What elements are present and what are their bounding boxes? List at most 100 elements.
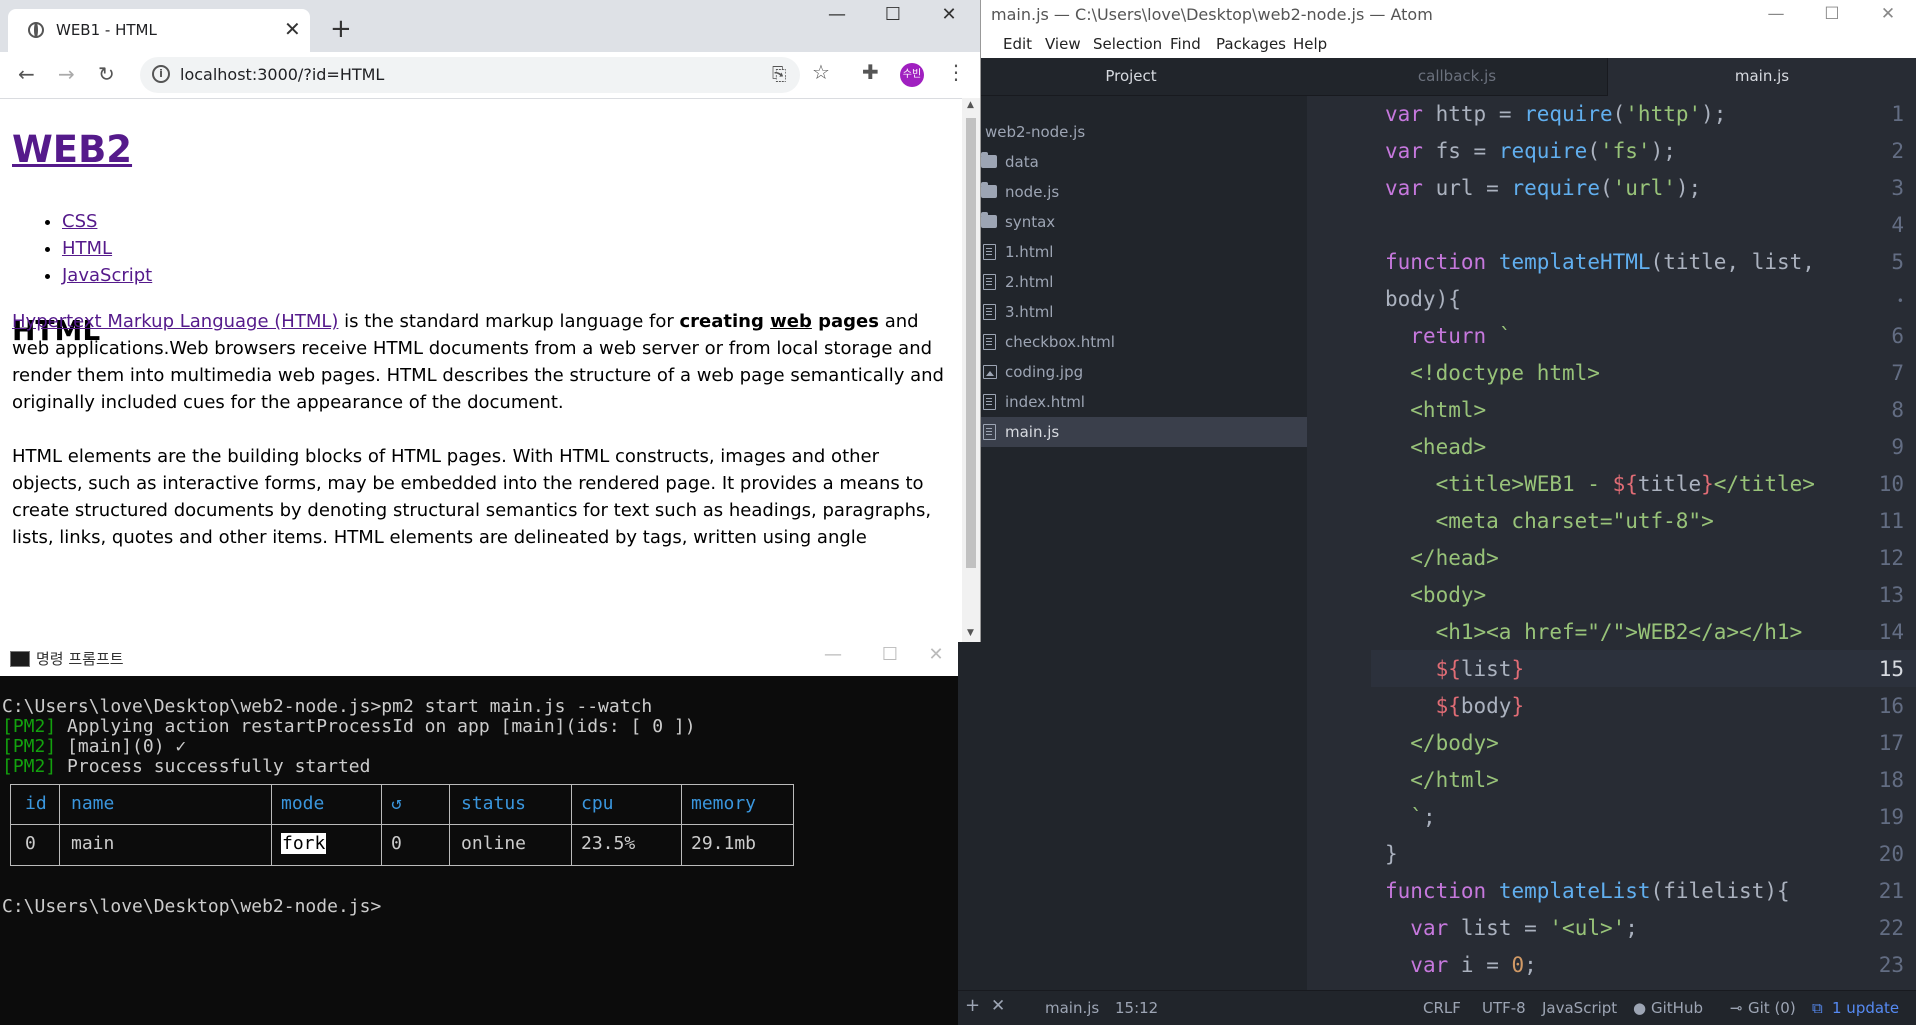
cmd-close-icon[interactable]: ✕ xyxy=(908,644,958,665)
tree-item[interactable]: coding.jpg xyxy=(955,357,1307,387)
tab-callback-js[interactable]: callback.js xyxy=(1307,58,1608,95)
line-number: 15 xyxy=(1878,657,1904,681)
code-line[interactable]: body){ xyxy=(1385,287,1461,311)
code-line[interactable]: </body> xyxy=(1385,731,1499,755)
maximize-icon[interactable]: ☐ xyxy=(1804,0,1860,30)
tree-item[interactable]: main.js xyxy=(955,417,1307,447)
tree-item[interactable]: 3.html xyxy=(955,297,1307,327)
scrollbar-thumb[interactable] xyxy=(966,118,976,568)
css-link[interactable]: CSS xyxy=(62,211,97,232)
new-tab-icon[interactable]: + xyxy=(330,14,352,44)
bookmark-star-icon[interactable]: ☆ xyxy=(812,60,830,84)
page-scrollbar[interactable]: ▲ ▼ xyxy=(962,98,980,642)
address-bar[interactable]: i localhost:3000/?id=HTML ⎘ xyxy=(140,57,800,93)
code-line[interactable]: ${body} xyxy=(1385,694,1525,718)
status-encoding[interactable]: UTF-8 xyxy=(1482,999,1526,1017)
code-line[interactable]: <h1><a href="/">WEB2</a></h1> xyxy=(1385,620,1803,644)
back-arrow-icon[interactable]: ← xyxy=(18,62,35,86)
profile-avatar[interactable]: 수빈 xyxy=(900,63,924,87)
code-line[interactable]: return ` xyxy=(1385,324,1511,348)
code-line[interactable]: <body> xyxy=(1385,583,1486,607)
menu-find[interactable]: Find xyxy=(1170,35,1201,53)
tree-item[interactable]: 2.html xyxy=(955,267,1307,297)
status-grammar[interactable]: JavaScript xyxy=(1542,999,1617,1017)
scroll-up-icon[interactable]: ▲ xyxy=(967,100,974,110)
close-icon[interactable]: ✕ xyxy=(1860,0,1916,30)
menu-packages[interactable]: Packages xyxy=(1216,35,1286,53)
line-number: 1 xyxy=(1891,102,1904,126)
tree-item[interactable]: web2-node.js xyxy=(955,117,1307,147)
menu-selection[interactable]: Selection xyxy=(1093,35,1162,53)
chrome-maximize-icon[interactable]: ☐ xyxy=(865,4,921,25)
html-link[interactable]: HTML xyxy=(62,238,112,259)
code-line[interactable]: `; xyxy=(1385,805,1435,829)
cmd-minimize-icon[interactable]: — xyxy=(805,644,861,665)
forward-arrow-icon[interactable]: → xyxy=(58,62,75,86)
menu-edit[interactable]: Edit xyxy=(1003,35,1032,53)
translate-icon[interactable]: ⎘ xyxy=(772,64,786,85)
line-number: 21 xyxy=(1878,879,1904,903)
menu-help[interactable]: Help xyxy=(1293,35,1327,53)
code-line[interactable]: } xyxy=(1385,842,1398,866)
status-cursor[interactable]: 15:12 xyxy=(1115,999,1158,1017)
menu-view[interactable]: View xyxy=(1045,35,1081,53)
extensions-puzzle-icon[interactable]: ✚ xyxy=(862,60,879,84)
javascript-link[interactable]: JavaScript xyxy=(62,265,152,286)
code-line[interactable]: </head> xyxy=(1385,546,1499,570)
line-number: 5 xyxy=(1891,250,1904,274)
col-restarts: ↺ xyxy=(391,793,402,814)
code-line[interactable]: <head> xyxy=(1385,435,1486,459)
code-line[interactable]: var fs = require('fs'); xyxy=(1385,139,1676,163)
site-info-icon[interactable]: i xyxy=(152,65,170,83)
tree-item-label: main.js xyxy=(1005,423,1060,441)
code-line[interactable]: function templateList(filelist){ xyxy=(1385,879,1790,903)
tree-item[interactable]: index.html xyxy=(955,387,1307,417)
reload-icon[interactable]: ↻ xyxy=(98,62,115,86)
code-line[interactable]: var i = 0; xyxy=(1385,953,1537,977)
globe-icon xyxy=(28,22,44,38)
tree-item[interactable]: ›data xyxy=(955,147,1307,177)
code-line[interactable]: <!doctype html> xyxy=(1385,361,1600,385)
project-tree-header[interactable]: Project xyxy=(955,58,1307,96)
code-line[interactable]: function templateHTML(title, list, xyxy=(1385,250,1815,274)
chrome-menu-icon[interactable]: ⋮ xyxy=(946,60,966,84)
atom-status-bar: + ✕ main.js 15:12 CRLF UTF-8 JavaScript … xyxy=(955,990,1916,1025)
tree-item[interactable]: checkbox.html xyxy=(955,327,1307,357)
line-number: • xyxy=(1896,294,1904,308)
tab-main-js[interactable]: main.js xyxy=(1608,58,1916,96)
paragraph-2: HTML elements are the building blocks of… xyxy=(12,446,932,548)
chrome-close-icon[interactable]: ✕ xyxy=(921,4,977,25)
cmd-prompt[interactable]: C:\Users\love\Desktop\web2-node.js> xyxy=(2,896,381,917)
tab-close-icon[interactable]: ✕ xyxy=(284,17,301,41)
status-line-ending[interactable]: CRLF xyxy=(1423,999,1461,1017)
code-line[interactable]: <html> xyxy=(1385,398,1486,422)
line-number: 16 xyxy=(1878,694,1904,718)
chrome-minimize-icon[interactable]: — xyxy=(809,4,865,25)
html-wiki-link[interactable]: Hypertext Markup Language (HTML) xyxy=(12,311,338,332)
add-icon[interactable]: + xyxy=(965,995,980,1016)
code-line[interactable]: ${list} xyxy=(1385,657,1525,681)
code-line[interactable]: <title>WEB1 - ${title}</title> xyxy=(1385,472,1815,496)
status-git[interactable]: Git (0) xyxy=(1748,999,1796,1017)
tree-item[interactable]: ›syntax xyxy=(955,207,1307,237)
status-update[interactable]: 1 update xyxy=(1832,999,1899,1017)
address-url[interactable]: localhost:3000/?id=HTML xyxy=(180,65,384,84)
status-github[interactable]: GitHub xyxy=(1651,999,1703,1017)
code-editor[interactable]: callback.js main.js 1 2 3 4 5 • 6 7 8 9 10 11 12 13 14… xyxy=(1307,58,1916,990)
scroll-down-icon[interactable]: ▼ xyxy=(967,628,974,638)
home-link[interactable]: WEB2 xyxy=(12,128,132,171)
code-line[interactable]: var http = require('http'); xyxy=(1385,102,1726,126)
tree-item[interactable]: ›node.js xyxy=(955,177,1307,207)
status-file[interactable]: main.js xyxy=(1045,999,1099,1017)
minimize-icon[interactable]: — xyxy=(1748,0,1804,30)
tree-item[interactable]: 1.html xyxy=(955,237,1307,267)
command-prompt-window[interactable]: 명령 프롬프트 — ☐ ✕ C:\Users\love\Desktop\web2… xyxy=(0,642,958,1025)
browser-tab[interactable]: WEB1 - HTML ✕ xyxy=(8,9,310,52)
code-line[interactable]: var url = require('url'); xyxy=(1385,176,1701,200)
close-x-icon[interactable]: ✕ xyxy=(991,996,1005,1016)
code-line[interactable]: var list = '<ul>'; xyxy=(1385,916,1638,940)
code-line[interactable]: <meta charset="utf-8"> xyxy=(1385,509,1714,533)
tree-item-label: 1.html xyxy=(1005,243,1054,261)
code-line[interactable]: </html> xyxy=(1385,768,1499,792)
code-area[interactable]: 1 2 3 4 5 • 6 7 8 9 10 11 12 13 14 15 16 17 18 19 20 21 22 23 va… xyxy=(1307,95,1916,990)
